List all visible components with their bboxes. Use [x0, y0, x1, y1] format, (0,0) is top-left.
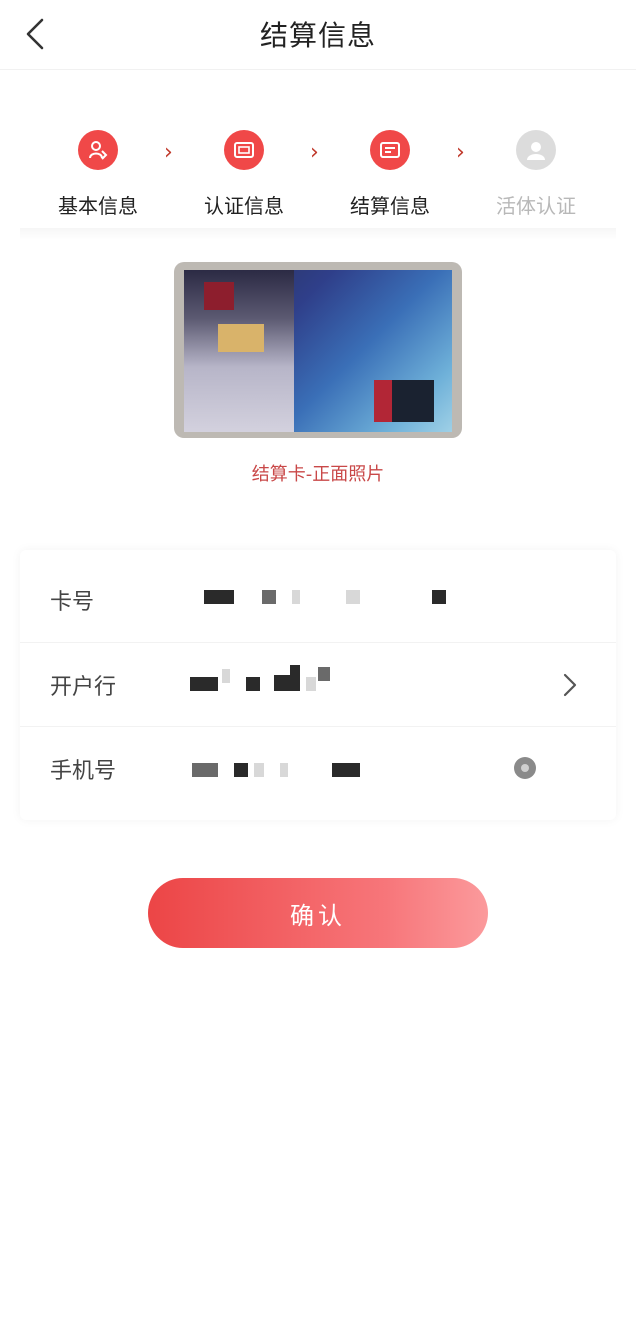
chevron-right-icon	[563, 673, 577, 697]
id-card-icon	[224, 130, 264, 170]
confirm-button[interactable]: 确认	[148, 878, 488, 948]
step-basic-info: 基本信息	[28, 118, 168, 219]
phone-label: 手机号	[50, 759, 117, 784]
step-separator: ›	[310, 140, 319, 165]
card-front-photo[interactable]	[174, 262, 462, 438]
settlement-form: 卡号 开户行 手机号	[20, 550, 616, 820]
bank-label: 开户行	[50, 675, 117, 700]
clear-input-icon[interactable]	[514, 757, 536, 779]
step-liveness-check: 活体认证	[466, 118, 606, 219]
header-bar: 结算信息	[0, 0, 636, 70]
divider	[20, 228, 616, 240]
step-label: 基本信息	[58, 194, 138, 218]
step-label: 结算信息	[350, 194, 430, 218]
step-certification-info: 认证信息	[174, 118, 314, 219]
card-photo-caption: 结算卡-正面照片	[251, 464, 385, 485]
card-chip	[218, 324, 264, 352]
face-icon	[516, 130, 556, 170]
bank-card-icon	[370, 130, 410, 170]
settlement-info-page: 结算信息 基本信息 › 认证信息 › 结算信息 › 活体认证 结算卡-正面照片 …	[0, 0, 636, 1344]
card-number-row: 卡号	[20, 558, 616, 642]
card-number-label: 卡号	[50, 590, 95, 615]
step-label: 认证信息	[204, 194, 284, 218]
step-label: 活体认证	[496, 194, 576, 218]
person-icon	[78, 130, 118, 170]
step-separator: ›	[456, 140, 465, 165]
page-title: 结算信息	[259, 19, 376, 52]
phone-row: 手机号	[20, 726, 616, 810]
step-separator: ›	[164, 140, 173, 165]
progress-steps: 基本信息 › 认证信息 › 结算信息 › 活体认证	[0, 118, 636, 238]
step-settlement-info: 结算信息	[320, 118, 460, 219]
bank-row[interactable]: 开户行	[20, 642, 616, 726]
